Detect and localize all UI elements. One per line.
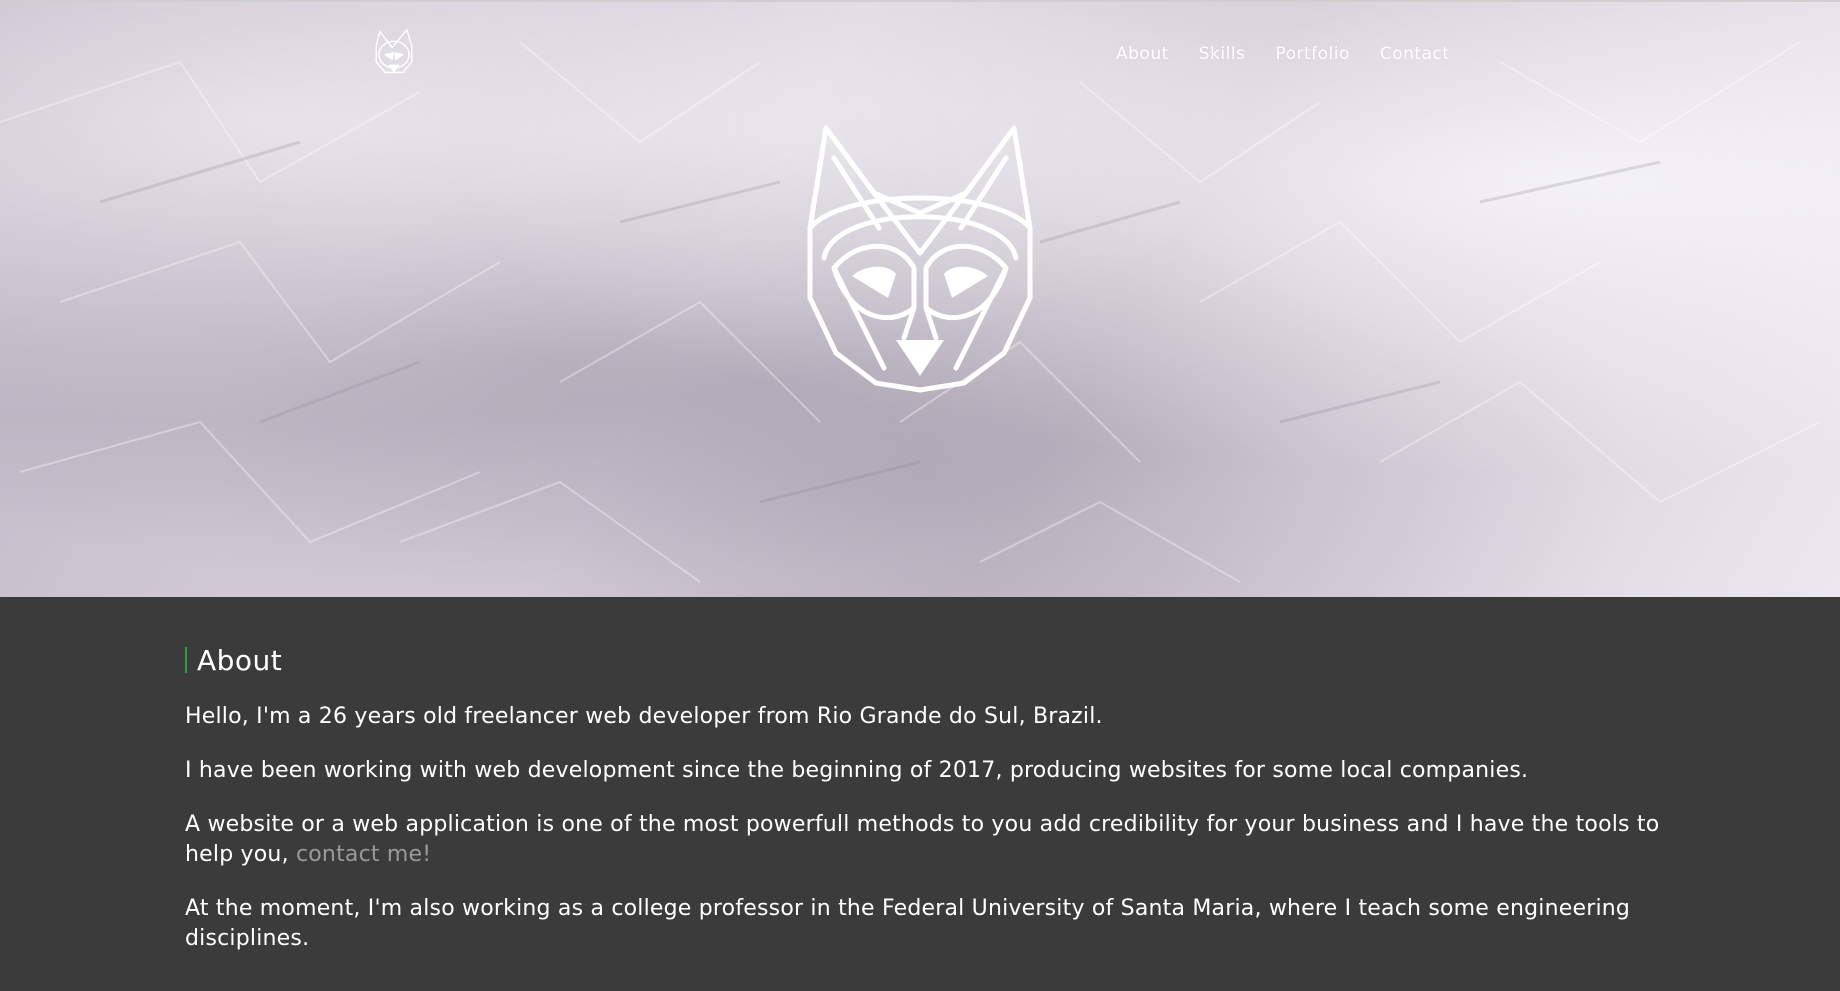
- about-heading-text: About: [197, 643, 283, 677]
- nav-about[interactable]: About: [1116, 44, 1169, 64]
- accent-bar: [185, 647, 187, 673]
- about-heading: About: [185, 640, 1675, 680]
- hero-banner: About Skills Portfolio Contact: [0, 0, 1840, 597]
- about-paragraph-4: At the moment, I'm also working as a col…: [185, 896, 1631, 951]
- nav-skills[interactable]: Skills: [1199, 44, 1246, 64]
- about-paragraph-3: A website or a web application is one of…: [185, 810, 1675, 870]
- wolf-head-icon[interactable]: [372, 28, 416, 76]
- main-nav: About Skills Portfolio Contact: [1116, 44, 1450, 64]
- about-paragraph-1: Hello, I'm a 26 years old freelancer web…: [185, 704, 1103, 729]
- about-section: About Hello, I'm a 26 years old freelanc…: [185, 640, 1675, 978]
- contact-me-link[interactable]: contact me!: [296, 842, 431, 867]
- about-paragraph-2: I have been working with web development…: [185, 758, 1529, 783]
- wolf-head-icon: [807, 125, 1033, 393]
- nav-contact[interactable]: Contact: [1380, 44, 1450, 64]
- nav-portfolio[interactable]: Portfolio: [1275, 44, 1349, 64]
